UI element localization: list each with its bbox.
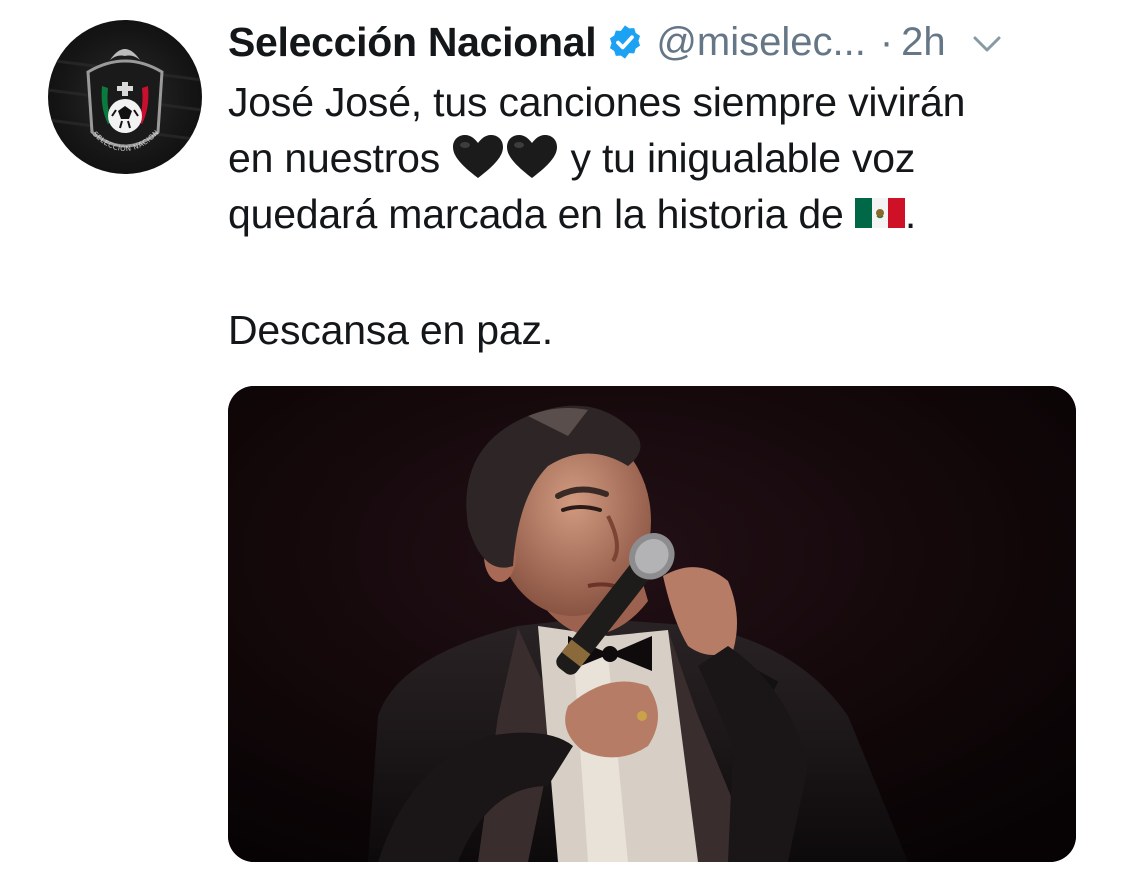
tweet-text: José José, tus canciones siempre vivirán… xyxy=(228,74,1088,358)
tweet-text-fragment: quedará marcada en la historia de xyxy=(228,191,844,237)
tweet-timestamp[interactable]: 2h xyxy=(901,20,946,65)
user-handle[interactable]: @miselec... xyxy=(656,20,866,65)
display-name[interactable]: Selección Nacional xyxy=(228,19,597,66)
black-heart-icon xyxy=(507,135,558,179)
mexico-flag-icon xyxy=(854,198,905,229)
separator-dot: · xyxy=(879,19,894,64)
tweet-media-photo[interactable] xyxy=(228,386,1076,862)
profile-avatar[interactable]: SELECCIÓN NACIONAL DE MÉXICO xyxy=(48,20,202,174)
tweet[interactable]: SELECCIÓN NACIONAL DE MÉXICO Selección N… xyxy=(0,0,1125,871)
singer-photo xyxy=(228,386,1076,862)
black-heart-icon xyxy=(453,135,504,179)
tweet-text-fragment: en nuestros xyxy=(228,135,441,181)
tweet-text-line: en nuestros y tu inigualable voz xyxy=(228,130,1088,186)
tweet-header: Selección Nacional @miselec... · 2h xyxy=(228,14,1088,70)
chevron-down-icon[interactable] xyxy=(972,34,1002,54)
tweet-text-line: Descansa en paz. xyxy=(228,307,554,353)
tweet-text-line: José José, tus canciones siempre vivirán xyxy=(228,79,966,125)
tweet-text-fragment: y tu inigualable voz xyxy=(570,135,916,181)
tweet-text-line: quedará marcada en la historia de . xyxy=(228,186,1088,242)
seleccion-logo-icon: SELECCIÓN NACIONAL DE MÉXICO xyxy=(48,20,202,153)
tweet-text-fragment: . xyxy=(904,191,917,237)
verified-badge-icon xyxy=(610,25,641,59)
